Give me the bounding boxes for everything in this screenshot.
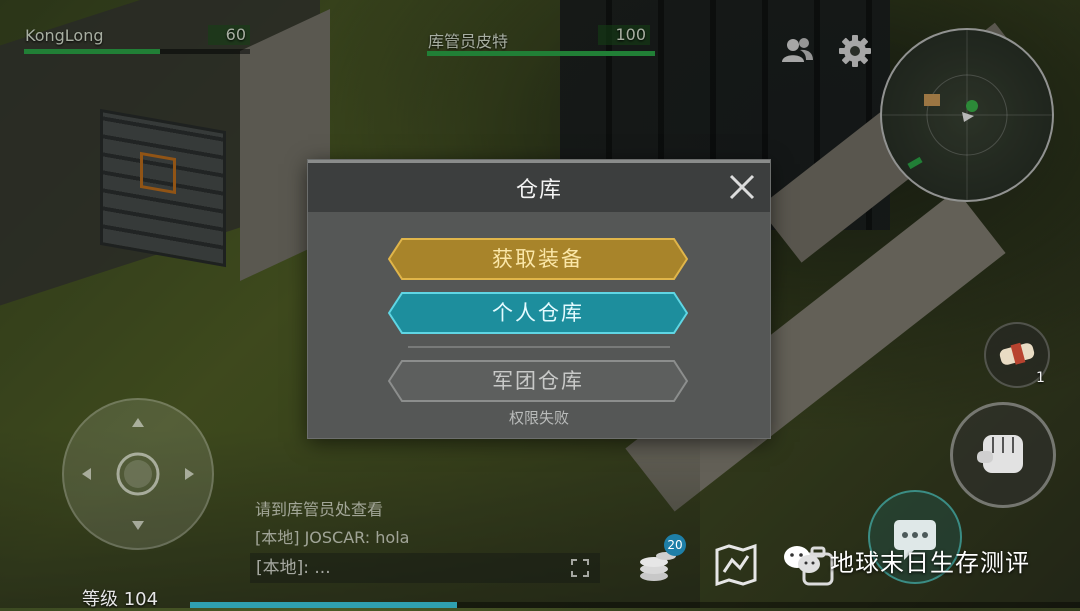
- close-icon[interactable]: [728, 173, 756, 201]
- quick-item-count: 1: [1036, 370, 1045, 386]
- xp-bar: [190, 602, 1080, 608]
- wechat-icon: [784, 546, 820, 573]
- legion-warehouse-label: 军团仓库: [492, 369, 584, 393]
- personal-warehouse-button[interactable]: 个人仓库: [388, 292, 688, 334]
- map-icon[interactable]: [714, 542, 758, 587]
- get-equipment-button[interactable]: 获取装备: [388, 238, 688, 280]
- xp-fill: [190, 602, 457, 608]
- permission-failed-note: 权限失败: [508, 409, 569, 427]
- personal-warehouse-label: 个人仓库: [492, 301, 584, 325]
- fist-icon: [977, 435, 1023, 473]
- dialog-header: 仓库: [308, 160, 770, 212]
- watermark: 地球末日生存测评: [782, 540, 1030, 580]
- attack-button[interactable]: [950, 402, 1056, 508]
- dialog-title: 仓库: [515, 177, 562, 203]
- chat-input[interactable]: [本地]: ...: [250, 553, 600, 583]
- player-level: 等级 104: [82, 589, 159, 610]
- warehouse-dialog: 仓库 获取装备 个人仓库 军团仓库 权限失败: [308, 160, 770, 438]
- legion-warehouse-button[interactable]: 军团仓库: [388, 360, 688, 402]
- get-equipment-label: 获取装备: [492, 247, 584, 271]
- chat-line: [本地] JOSCAR: hola: [255, 528, 410, 547]
- coins-badge: 20: [664, 534, 686, 556]
- watermark-text: 地球末日生存测评: [830, 548, 1030, 577]
- expand-icon[interactable]: [570, 558, 590, 578]
- chat-line: 请到库管员处查看: [255, 500, 384, 519]
- movement-joystick[interactable]: [62, 398, 214, 550]
- dialog-divider: [408, 346, 670, 348]
